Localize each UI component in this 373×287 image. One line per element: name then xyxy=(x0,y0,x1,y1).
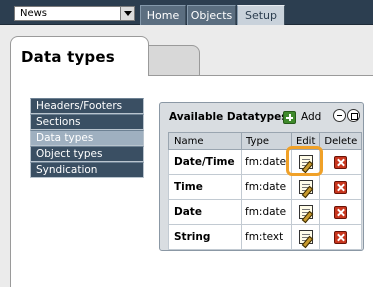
table-row: Time fm:date xyxy=(168,174,363,200)
menu-item-object-types[interactable]: Object types xyxy=(30,146,144,162)
menu-item-syndication[interactable]: Syndication xyxy=(30,162,144,178)
panel-title: Available Datatypes xyxy=(169,111,288,123)
edit-cell xyxy=(290,224,321,250)
column-header-type: Type xyxy=(241,132,292,150)
row-name: Time xyxy=(168,174,242,200)
column-header-delete: Delete xyxy=(319,132,363,150)
row-name: Date xyxy=(168,199,242,225)
row-type: fm:text xyxy=(241,224,292,250)
tab-objects[interactable]: Objects xyxy=(187,5,236,25)
row-type: fm:date xyxy=(241,149,292,175)
row-name: String xyxy=(168,224,242,250)
datatypes-panel: Available Datatypes Add Name Type Edit D… xyxy=(159,102,364,251)
tab-joint xyxy=(11,74,148,77)
row-name: Date/Time xyxy=(168,149,242,175)
delete-cell xyxy=(319,149,363,175)
delete-icon[interactable] xyxy=(334,230,348,244)
add-button[interactable]: Add xyxy=(283,110,321,124)
tab-home[interactable]: Home xyxy=(140,5,186,25)
chevron-down-icon[interactable] xyxy=(120,7,134,20)
minimize-icon[interactable] xyxy=(333,109,346,122)
column-header-name: Name xyxy=(168,132,242,150)
edit-cell xyxy=(290,174,321,200)
tab-setup[interactable]: Setup xyxy=(237,5,285,25)
add-label[interactable]: Add xyxy=(301,111,321,123)
page-title-tab: Data types xyxy=(10,36,149,76)
restore-icon[interactable] xyxy=(347,109,360,122)
edit-icon[interactable] xyxy=(298,180,313,194)
delete-icon[interactable] xyxy=(334,155,348,169)
setup-menu: Headers/Footers Sections Data types Obje… xyxy=(30,98,144,178)
site-select-value: News xyxy=(20,8,48,19)
table-row: Date/Time fm:date xyxy=(168,149,363,175)
menu-item-data-types[interactable]: Data types xyxy=(30,130,144,146)
page-title: Data types xyxy=(21,48,115,66)
menu-item-headers-footers[interactable]: Headers/Footers xyxy=(30,98,144,114)
delete-cell xyxy=(319,224,363,250)
table-header-row: Name Type Edit Delete xyxy=(168,132,363,150)
top-navigation-bar: News Home Objects Setup xyxy=(0,0,373,25)
delete-icon[interactable] xyxy=(334,205,348,219)
edit-icon[interactable] xyxy=(298,230,313,244)
edit-highlight-callout xyxy=(286,146,323,176)
table-row: Date fm:date xyxy=(168,199,363,225)
row-type: fm:date xyxy=(241,199,292,225)
delete-cell xyxy=(319,174,363,200)
add-icon[interactable] xyxy=(283,110,296,124)
table-row: String fm:text xyxy=(168,224,363,250)
edit-cell xyxy=(290,199,321,225)
edit-icon[interactable] xyxy=(298,205,313,219)
delete-cell xyxy=(319,199,363,225)
menu-item-sections[interactable]: Sections xyxy=(30,114,144,130)
delete-icon[interactable] xyxy=(334,180,348,194)
datatypes-table: Name Type Edit Delete Date/Time fm:date … xyxy=(168,132,363,250)
row-type: fm:date xyxy=(241,174,292,200)
site-select[interactable]: News xyxy=(14,6,135,21)
